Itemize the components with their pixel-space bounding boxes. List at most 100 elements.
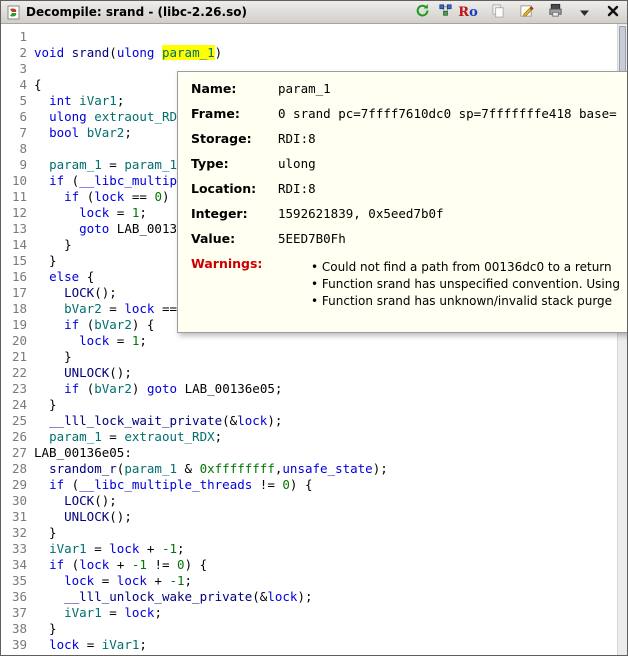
keyword-token[interactable]: if — [64, 381, 79, 396]
code-line-content[interactable]: __lll_unlock_wake_private(&lock); — [34, 589, 313, 605]
plain-token[interactable]: = — [94, 573, 117, 588]
plain-token[interactable]: } — [34, 621, 57, 636]
plain-token[interactable]: ; — [139, 205, 147, 220]
plain-token[interactable]: } — [34, 349, 72, 364]
plain-token[interactable] — [34, 285, 64, 300]
plain-token[interactable]: != — [147, 557, 177, 572]
code-line-content[interactable]: lock = lock + -1; — [34, 573, 192, 589]
plain-token[interactable]: ) — [215, 45, 223, 60]
code-line-content[interactable]: } — [34, 621, 57, 637]
plain-token[interactable]: ( — [79, 189, 94, 204]
variable-token[interactable]: param_1 — [124, 157, 177, 172]
global-token[interactable]: lock — [79, 333, 109, 348]
plain-token[interactable]: ; — [139, 333, 147, 348]
plain-token[interactable] — [34, 365, 64, 380]
constant-token[interactable]: 0xffffffff — [200, 461, 275, 476]
plain-token[interactable]: ; — [185, 573, 193, 588]
plain-token[interactable]: != — [252, 477, 282, 492]
code-line-content[interactable]: { — [34, 77, 42, 93]
plain-token[interactable] — [64, 45, 72, 60]
plain-token[interactable] — [34, 173, 49, 188]
plain-token[interactable]: ; — [139, 637, 147, 652]
code-line-content[interactable]: LOCK(); — [34, 493, 117, 509]
plain-token[interactable] — [79, 125, 87, 140]
constant-token[interactable]: -1 — [162, 541, 177, 556]
plain-token[interactable]: ); — [267, 413, 282, 428]
code-line-content[interactable]: lock = 1; — [34, 205, 147, 221]
variable-token[interactable]: param_1 — [49, 157, 102, 172]
plain-token[interactable] — [34, 541, 49, 556]
plain-token[interactable] — [34, 125, 49, 140]
plain-token[interactable] — [34, 269, 49, 284]
code-line-content[interactable]: if (bVar2) goto LAB_00136e05; — [34, 381, 282, 397]
code-line-content[interactable]: } — [34, 525, 57, 541]
plain-token[interactable]: ; — [124, 125, 132, 140]
code-line-content[interactable]: LOCK(); — [34, 285, 117, 301]
global-token[interactable]: lock — [124, 301, 154, 316]
code-line-content[interactable]: if (bVar2) { — [34, 317, 154, 333]
code-line-content[interactable]: else { — [34, 269, 94, 285]
plain-token[interactable] — [34, 477, 49, 492]
close-button[interactable] — [604, 3, 622, 21]
global-token[interactable]: lock — [79, 205, 109, 220]
plain-token[interactable]: { — [34, 77, 42, 92]
code-line-content[interactable]: int iVar1; — [34, 93, 124, 109]
plain-token[interactable]: + — [139, 541, 162, 556]
plain-token[interactable]: ) — [132, 381, 147, 396]
keyword-token[interactable]: if — [64, 317, 79, 332]
plain-token[interactable]: = — [102, 605, 125, 620]
function-token[interactable]: LOCK — [64, 285, 94, 300]
plain-token[interactable]: ); — [373, 461, 388, 476]
global-token[interactable]: __libc_multiple_threads — [79, 477, 252, 492]
constant-token[interactable]: -1 — [169, 573, 184, 588]
constant-token[interactable]: 0 — [154, 189, 162, 204]
plain-token[interactable] — [34, 493, 64, 508]
plain-token[interactable]: ( — [64, 477, 79, 492]
plain-token[interactable] — [34, 221, 79, 236]
plain-token[interactable]: ; — [215, 429, 223, 444]
reopen-button[interactable]: Ro — [459, 3, 477, 21]
global-token[interactable]: lock — [94, 189, 124, 204]
plain-token[interactable]: (& — [252, 589, 267, 604]
variable-token[interactable]: iVar1 — [64, 605, 102, 620]
keyword-token[interactable]: ulong — [49, 109, 87, 124]
global-token[interactable]: lock — [267, 589, 297, 604]
global-token[interactable]: lock — [124, 605, 154, 620]
plain-token[interactable]: ); — [297, 589, 312, 604]
plain-token[interactable] — [34, 205, 79, 220]
plain-token[interactable]: ; — [177, 541, 185, 556]
refresh-button[interactable] — [413, 3, 431, 21]
global-token[interactable]: lock — [117, 573, 147, 588]
plain-token[interactable]: } — [34, 237, 72, 252]
code-line-content[interactable]: lock = 1; — [34, 333, 147, 349]
keyword-token[interactable]: goto — [147, 381, 177, 396]
plain-token[interactable] — [34, 509, 64, 524]
plain-token[interactable] — [34, 333, 79, 348]
plain-token[interactable] — [34, 557, 49, 572]
variable-token[interactable]: param_1 — [124, 461, 177, 476]
plain-token[interactable]: == — [124, 189, 154, 204]
code-line-content[interactable]: UNLOCK(); — [34, 509, 132, 525]
keyword-token[interactable]: goto — [79, 221, 109, 236]
plain-token[interactable]: ) { — [132, 317, 155, 332]
plain-token[interactable]: ( — [64, 173, 79, 188]
plain-token[interactable] — [34, 157, 49, 172]
constant-token[interactable]: 0 — [282, 477, 290, 492]
code-line-content[interactable]: void srand(ulong param_1) — [34, 45, 222, 61]
plain-token[interactable]: } — [34, 253, 57, 268]
keyword-token[interactable]: if — [49, 557, 64, 572]
function-token[interactable]: UNLOCK — [64, 509, 109, 524]
plain-token[interactable]: : — [124, 445, 132, 460]
keyword-token[interactable]: if — [49, 173, 64, 188]
code-line-content[interactable]: iVar1 = lock; — [34, 605, 162, 621]
plain-token[interactable]: = — [109, 205, 132, 220]
plain-token[interactable] — [34, 189, 64, 204]
global-token[interactable]: lock — [49, 637, 79, 652]
plain-token[interactable] — [34, 93, 49, 108]
plain-token[interactable]: = — [79, 637, 102, 652]
function-token[interactable]: srand — [72, 45, 110, 60]
dropdown-button[interactable] — [575, 3, 593, 21]
plain-token[interactable] — [34, 301, 64, 316]
variable-token[interactable]: iVar1 — [79, 93, 117, 108]
plain-token[interactable]: ) { — [290, 477, 313, 492]
